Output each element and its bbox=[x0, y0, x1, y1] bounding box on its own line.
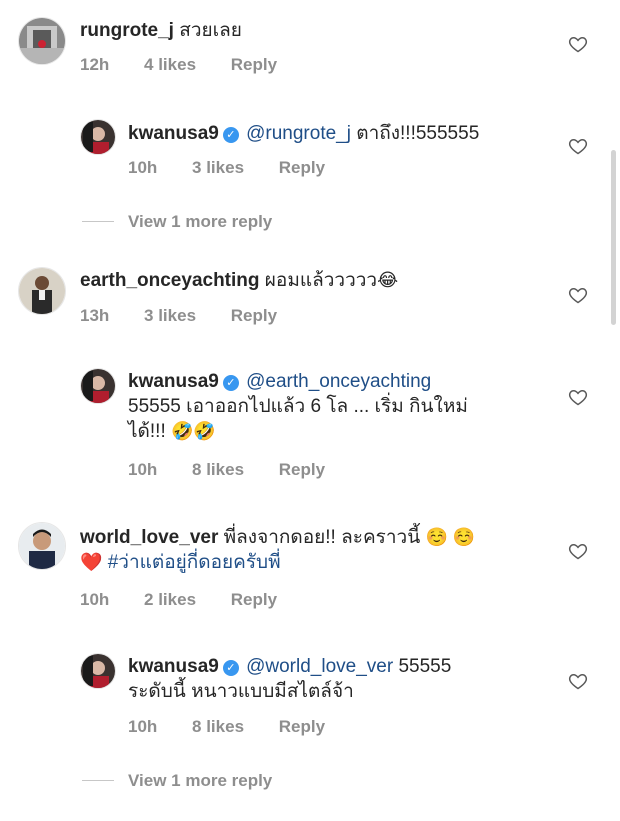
view-more-label: View 1 more reply bbox=[128, 771, 273, 790]
likes-count[interactable]: 8 likes bbox=[192, 717, 244, 736]
verified-icon: ✓ bbox=[222, 660, 239, 676]
comment-meta: 12h 4 likes Reply bbox=[80, 55, 307, 75]
likes-count[interactable]: 8 likes bbox=[192, 460, 244, 479]
likes-count[interactable]: 2 likes bbox=[144, 590, 196, 609]
timestamp: 10h bbox=[128, 158, 158, 177]
comment-text: 55555 เอาออกไปแล้ว 6 โล ... เริ่ม กินใหม… bbox=[128, 396, 468, 417]
comment-text: สวยเลย bbox=[179, 20, 242, 41]
comment-meta: 13h 3 likes Reply bbox=[80, 306, 307, 326]
emoji: ☺️ ☺️ bbox=[425, 527, 476, 547]
avatar[interactable] bbox=[18, 522, 66, 570]
username[interactable]: kwanusa9 bbox=[128, 123, 219, 144]
heart-icon[interactable] bbox=[568, 541, 588, 561]
username[interactable]: kwanusa9 bbox=[128, 371, 219, 392]
username[interactable]: world_love_ver bbox=[80, 527, 218, 548]
username[interactable]: rungrote_j bbox=[80, 20, 174, 41]
comment-text: ระดับนี้ หนาวแบบมีสไตล์จ้า bbox=[128, 681, 354, 702]
comment-text: ตาถึง!!!555555 bbox=[356, 123, 480, 144]
comment-text: 55555 bbox=[398, 656, 452, 677]
likes-count[interactable]: 4 likes bbox=[144, 55, 196, 74]
comment-text: ผอมแล้ววววว bbox=[264, 270, 378, 291]
heart-icon[interactable] bbox=[568, 34, 588, 54]
mention-link[interactable]: @earth_onceyachting bbox=[246, 371, 431, 392]
comment-body: kwanusa9 ✓ @world_love_ver 55555 ระดับนี้… bbox=[128, 654, 548, 704]
view-more-replies-button[interactable]: View 1 more reply bbox=[82, 212, 272, 232]
username[interactable]: kwanusa9 bbox=[128, 656, 219, 677]
divider-line bbox=[82, 221, 114, 222]
reply-button[interactable]: Reply bbox=[279, 717, 325, 736]
comment-body: kwanusa9 ✓ @earth_onceyachting 55555 เอาอ… bbox=[128, 369, 528, 444]
comment-body: kwanusa9 ✓ @rungrote_j ตาถึง!!!555555 bbox=[128, 121, 479, 146]
heart-icon[interactable] bbox=[568, 387, 588, 407]
username[interactable]: earth_onceyachting bbox=[80, 270, 260, 291]
timestamp: 13h bbox=[80, 306, 110, 325]
reply-button[interactable]: Reply bbox=[279, 460, 325, 479]
verified-icon: ✓ bbox=[222, 127, 239, 143]
comment-text: พี่ลงจากดอย!! ละคราวนี้ bbox=[223, 527, 421, 548]
mention-link[interactable]: @rungrote_j bbox=[246, 123, 351, 144]
view-more-label: View 1 more reply bbox=[128, 212, 273, 231]
comment-meta: 10h 3 likes Reply bbox=[128, 158, 355, 178]
reply-button[interactable]: Reply bbox=[231, 590, 277, 609]
reply-button[interactable]: Reply bbox=[231, 55, 277, 74]
view-more-replies-button[interactable]: View 1 more reply bbox=[82, 771, 272, 791]
reply-button[interactable]: Reply bbox=[279, 158, 325, 177]
hashtag-link[interactable]: #ว่าแต่อยู่กี่ดอยครับพี่ bbox=[108, 552, 281, 573]
avatar[interactable] bbox=[80, 653, 116, 689]
timestamp: 12h bbox=[80, 55, 110, 74]
comment-meta: 10h 8 likes Reply bbox=[128, 460, 355, 480]
timestamp: 10h bbox=[128, 460, 158, 479]
scrollbar[interactable] bbox=[611, 150, 616, 325]
heart-icon[interactable] bbox=[568, 671, 588, 691]
comment-text: ได้!!! bbox=[128, 421, 166, 442]
mention-link[interactable]: @world_love_ver bbox=[246, 656, 393, 677]
emoji: 😂 bbox=[377, 270, 399, 290]
likes-count[interactable]: 3 likes bbox=[192, 158, 244, 177]
comment-meta: 10h 8 likes Reply bbox=[128, 717, 355, 737]
comment-body: world_love_ver พี่ลงจากดอย!! ละคราวนี้ ☺… bbox=[80, 525, 520, 575]
avatar[interactable] bbox=[80, 119, 116, 155]
reply-button[interactable]: Reply bbox=[231, 306, 277, 325]
heart-icon[interactable] bbox=[568, 285, 588, 305]
comment-body: earth_onceyachting ผอมแล้ววววว😂 bbox=[80, 268, 398, 293]
comment-meta: 10h 2 likes Reply bbox=[80, 590, 307, 610]
verified-icon: ✓ bbox=[222, 375, 239, 391]
heart-emoji: ❤️ bbox=[80, 552, 103, 572]
likes-count[interactable]: 3 likes bbox=[144, 306, 196, 325]
comment-body: rungrote_j สวยเลย bbox=[80, 18, 242, 43]
avatar[interactable] bbox=[18, 17, 66, 65]
emoji: 🤣🤣 bbox=[171, 421, 216, 441]
avatar[interactable] bbox=[18, 267, 66, 315]
divider-line bbox=[82, 780, 114, 781]
timestamp: 10h bbox=[80, 590, 110, 609]
heart-icon[interactable] bbox=[568, 136, 588, 156]
timestamp: 10h bbox=[128, 717, 158, 736]
avatar[interactable] bbox=[80, 368, 116, 404]
